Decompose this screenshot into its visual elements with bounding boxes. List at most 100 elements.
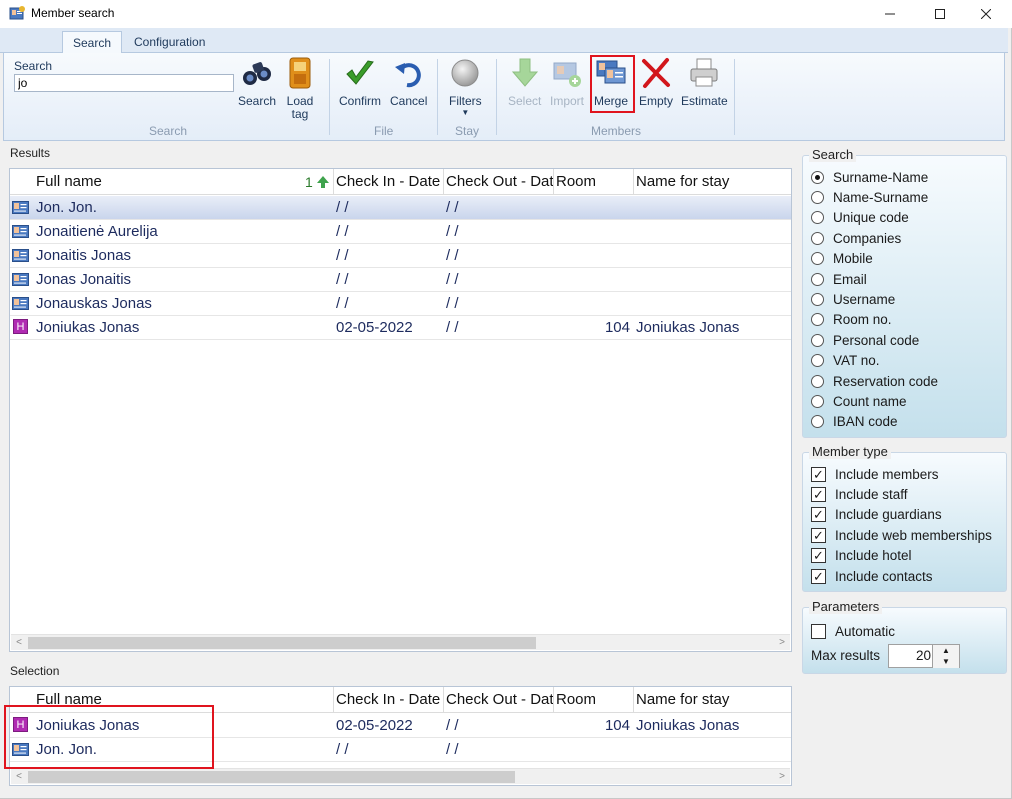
- selection-horizontal-scrollbar[interactable]: < >: [11, 768, 790, 784]
- radio-button[interactable]: [811, 415, 824, 429]
- search-option-radio[interactable]: IBAN code: [811, 412, 898, 432]
- table-row[interactable]: Jonaitis Jonas / / / /: [10, 244, 791, 268]
- cell-full-name: Jonaitis Jonas: [36, 247, 132, 264]
- spin-down-icon[interactable]: ▼: [932, 656, 959, 668]
- minimize-button[interactable]: [867, 0, 913, 28]
- scroll-left-icon[interactable]: <: [11, 769, 27, 785]
- checkbox-box[interactable]: ✓: [811, 466, 826, 482]
- automatic-checkbox[interactable]: Automatic: [811, 621, 895, 641]
- filters-button[interactable]: Filters ▼: [449, 57, 482, 117]
- search-option-radio[interactable]: Surname-Name: [811, 167, 928, 187]
- table-row[interactable]: Jonaitienė Aurelija / / / /: [10, 220, 791, 244]
- search-option-radio[interactable]: Reservation code: [811, 371, 938, 391]
- column-header-check-out[interactable]: Check Out - Date: [444, 687, 554, 713]
- cell-full-name: Joniukas Jonas: [36, 319, 140, 336]
- group-separator: [437, 59, 438, 135]
- radio-button[interactable]: [811, 333, 824, 347]
- column-header-full-name[interactable]: Full name: [34, 169, 334, 195]
- member-type-checkbox[interactable]: ✓ Include staff: [811, 484, 908, 504]
- select-button[interactable]: Select: [508, 57, 541, 108]
- maximize-button[interactable]: [917, 0, 963, 28]
- tab-configuration[interactable]: Configuration: [124, 31, 215, 54]
- column-header-name-for-stay[interactable]: Name for stay: [634, 169, 791, 195]
- search-option-radio[interactable]: Unique code: [811, 208, 909, 228]
- scroll-right-icon[interactable]: >: [774, 769, 790, 785]
- checkbox-box[interactable]: ✓: [811, 568, 826, 584]
- search-options-title: Search: [809, 147, 857, 162]
- table-row[interactable]: Jonas Jonaitis / / / /: [10, 268, 791, 292]
- search-option-radio[interactable]: Email: [811, 269, 867, 289]
- radio-button[interactable]: [811, 354, 824, 368]
- estimate-button[interactable]: Estimate: [681, 57, 728, 108]
- radio-button[interactable]: [811, 190, 824, 204]
- member-type-checkbox[interactable]: ✓ Include members: [811, 464, 939, 484]
- radio-button[interactable]: [811, 394, 824, 408]
- search-option-radio[interactable]: Room no.: [811, 310, 892, 330]
- column-header-check-in[interactable]: Check In - Date: [334, 687, 444, 713]
- search-option-radio[interactable]: Username: [811, 289, 895, 309]
- search-option-radio[interactable]: Name-Surname: [811, 187, 928, 207]
- search-option-radio[interactable]: Mobile: [811, 249, 873, 269]
- cell-room: [556, 738, 630, 762]
- radio-button[interactable]: [811, 313, 824, 327]
- search-option-radio[interactable]: VAT no.: [811, 351, 880, 371]
- cancel-button[interactable]: Cancel: [390, 57, 427, 108]
- scroll-right-icon[interactable]: >: [774, 635, 790, 651]
- close-button[interactable]: [963, 0, 1009, 28]
- tab-search[interactable]: Search: [62, 31, 123, 54]
- checkbox-box[interactable]: ✓: [811, 486, 826, 502]
- member-type-checkbox[interactable]: ✓ Include contacts: [811, 566, 933, 586]
- radio-button[interactable]: [811, 252, 824, 266]
- radio-button[interactable]: [811, 231, 824, 245]
- cell-check-in: / /: [336, 223, 349, 240]
- column-header-check-in[interactable]: Check In - Date: [334, 169, 444, 195]
- sort-ascending-icon: [317, 176, 329, 188]
- radio-button[interactable]: [811, 292, 824, 306]
- binoculars-icon: [243, 62, 272, 85]
- column-header-room[interactable]: Room: [554, 687, 634, 713]
- checkbox-box[interactable]: ✓: [811, 548, 826, 564]
- checkbox-box[interactable]: [811, 623, 826, 639]
- column-header-name-for-stay[interactable]: Name for stay: [634, 687, 791, 713]
- cell-check-in: / /: [336, 247, 349, 264]
- radio-button[interactable]: [811, 211, 824, 225]
- search-button[interactable]: Search: [238, 57, 276, 108]
- radio-button[interactable]: [811, 272, 824, 286]
- empty-button-label: Empty: [639, 94, 674, 108]
- checkbox-box[interactable]: ✓: [811, 507, 826, 523]
- member-type-label: Include hotel: [835, 548, 912, 564]
- max-results-value[interactable]: 20: [916, 648, 931, 663]
- undo-arrow-icon: [394, 63, 421, 88]
- scrollbar-thumb[interactable]: [28, 771, 515, 783]
- member-type-checkbox[interactable]: ✓ Include web memberships: [811, 525, 992, 545]
- cell-check-out: / /: [446, 717, 459, 734]
- column-header-check-out[interactable]: Check Out - Date: [444, 169, 554, 195]
- checkbox-box[interactable]: ✓: [811, 527, 826, 543]
- search-option-label: Room no.: [833, 312, 892, 328]
- close-icon: [981, 9, 991, 19]
- load-tag-button[interactable]: Load tag: [285, 57, 315, 121]
- radio-button[interactable]: [811, 170, 824, 184]
- confirm-button[interactable]: Confirm: [339, 57, 381, 108]
- radio-button[interactable]: [811, 374, 824, 388]
- group-separator: [734, 59, 735, 135]
- table-row[interactable]: Jon. Jon. / / / /: [10, 196, 791, 220]
- search-input[interactable]: [14, 74, 234, 92]
- member-type-checkbox[interactable]: ✓ Include guardians: [811, 505, 942, 525]
- member-type-checkbox[interactable]: ✓ Include hotel: [811, 546, 912, 566]
- import-button[interactable]: Import: [550, 57, 584, 108]
- hotel-icon: H: [13, 319, 28, 334]
- scroll-left-icon[interactable]: <: [11, 635, 27, 651]
- max-results-stepper[interactable]: 20 ▲ ▼: [888, 644, 960, 668]
- search-option-radio[interactable]: Companies: [811, 228, 901, 248]
- search-option-label: Personal code: [833, 332, 920, 348]
- search-option-radio[interactable]: Personal code: [811, 330, 919, 350]
- empty-button[interactable]: Empty: [639, 57, 673, 108]
- search-option-radio[interactable]: Count name: [811, 391, 907, 411]
- cell-full-name: Jon. Jon.: [36, 199, 97, 216]
- results-horizontal-scrollbar[interactable]: < >: [11, 634, 790, 650]
- scrollbar-thumb[interactable]: [28, 637, 536, 649]
- table-row[interactable]: Jonauskas Jonas / / / /: [10, 292, 791, 316]
- column-header-room[interactable]: Room: [554, 169, 634, 195]
- table-row[interactable]: H Joniukas Jonas 02-05-2022 / / 104 Joniukas…: [10, 316, 791, 340]
